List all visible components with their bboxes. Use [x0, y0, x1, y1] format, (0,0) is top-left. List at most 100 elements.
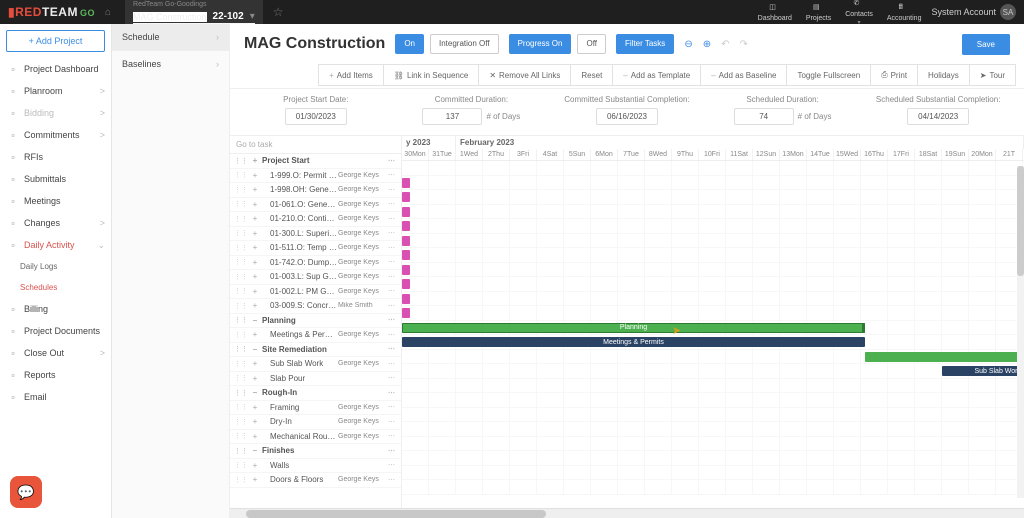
drag-handle-icon[interactable]: ⋮⋮	[234, 403, 248, 411]
gantt-row[interactable]	[402, 306, 1024, 321]
expand-toggle[interactable]: +	[251, 185, 259, 194]
gantt-bar[interactable]	[402, 207, 410, 217]
task-row[interactable]: ⋮⋮+Sub Slab WorkGeorge Keys⋯	[230, 357, 401, 372]
task-options-icon[interactable]: ⋯	[386, 258, 397, 266]
task-row[interactable]: ⋮⋮–Rough-In⋯	[230, 386, 401, 401]
toggle-on-button[interactable]: On	[395, 34, 424, 54]
drag-handle-icon[interactable]: ⋮⋮	[234, 215, 248, 223]
drag-handle-icon[interactable]: ⋮⋮	[234, 345, 248, 353]
drag-handle-icon[interactable]: ⋮⋮	[234, 360, 248, 368]
gantt-timeline[interactable]: y 2023 February 2023 30Mon31Tue1Wed2Thu3…	[402, 136, 1024, 508]
task-row[interactable]: ⋮⋮+Meetings & PermitsGeorge Keys⋯	[230, 328, 401, 343]
print-button[interactable]: ⎙Print	[870, 64, 918, 86]
gantt-row[interactable]: Sub Slab Work	[402, 364, 1024, 379]
add-project-button[interactable]: + Add Project	[6, 30, 105, 52]
expand-toggle[interactable]: +	[251, 374, 259, 383]
task-row[interactable]: ⋮⋮–Planning⋯	[230, 314, 401, 329]
expand-toggle[interactable]: +	[251, 432, 259, 441]
top-nav-accounting[interactable]: 🖩Accounting	[887, 3, 922, 22]
top-nav-contacts[interactable]: ✆Contacts▾	[845, 0, 873, 26]
task-options-icon[interactable]: ⋯	[386, 447, 397, 455]
expand-toggle[interactable]: +	[251, 156, 259, 165]
task-options-icon[interactable]: ⋯	[386, 476, 397, 484]
drag-handle-icon[interactable]: ⋮⋮	[234, 331, 248, 339]
task-options-icon[interactable]: ⋯	[386, 287, 397, 295]
task-options-icon[interactable]: ⋯	[386, 389, 397, 397]
gantt-bar-planning[interactable]: Planning	[402, 323, 865, 333]
resize-handle[interactable]	[862, 323, 865, 333]
task-row[interactable]: ⋮⋮+Dry-InGeorge Keys⋯	[230, 415, 401, 430]
gantt-row[interactable]: Planning	[402, 321, 1024, 336]
gantt-bar[interactable]	[402, 192, 410, 202]
expand-toggle[interactable]: –	[251, 316, 259, 325]
nav-item-close-out[interactable]: ▫Close Out>	[0, 342, 111, 364]
drag-handle-icon[interactable]: ⋮⋮	[234, 447, 248, 455]
drag-handle-icon[interactable]: ⋮⋮	[234, 244, 248, 252]
goto-task-input[interactable]: Go to task	[230, 136, 401, 154]
drag-handle-icon[interactable]: ⋮⋮	[234, 476, 248, 484]
scrollbar-thumb[interactable]	[1017, 166, 1024, 276]
nav-item-meetings[interactable]: ▫Meetings	[0, 190, 111, 212]
task-options-icon[interactable]: ⋯	[386, 186, 397, 194]
gantt-row[interactable]	[402, 379, 1024, 394]
expand-toggle[interactable]: +	[251, 461, 259, 470]
task-row[interactable]: ⋮⋮+Mechanical Rough-InGeorge Keys⋯	[230, 430, 401, 445]
drag-handle-icon[interactable]: ⋮⋮	[234, 273, 248, 281]
task-options-icon[interactable]: ⋯	[386, 273, 397, 281]
nav-item-planroom[interactable]: ▫Planroom>	[0, 80, 111, 102]
task-row[interactable]: ⋮⋮+01-002.L: PM General CostGeorge Keys⋯	[230, 285, 401, 300]
gantt-row[interactable]: Meetings & Permits	[402, 335, 1024, 350]
zoom-in-icon[interactable]: ⊕	[703, 39, 711, 50]
task-options-icon[interactable]: ⋯	[386, 345, 397, 353]
expand-toggle[interactable]: +	[251, 200, 259, 209]
progress-off-button[interactable]: Off	[577, 34, 606, 54]
task-options-icon[interactable]: ⋯	[386, 171, 397, 179]
nav-item-email[interactable]: ▫Email	[0, 386, 111, 408]
nav-item-billing[interactable]: ▫Billing	[0, 298, 111, 320]
link-sequence-button[interactable]: ⛓Link in Sequence	[383, 64, 480, 86]
scrollbar-thumb[interactable]	[246, 510, 546, 518]
expand-toggle[interactable]: +	[251, 229, 259, 238]
task-options-icon[interactable]: ⋯	[386, 244, 397, 252]
gantt-row[interactable]	[402, 437, 1024, 452]
gantt-bar[interactable]	[402, 308, 410, 318]
expand-toggle[interactable]: +	[251, 475, 259, 484]
subpanel-baselines[interactable]: Baselines›	[112, 50, 229, 77]
integration-off-button[interactable]: Integration Off	[430, 34, 499, 54]
gantt-row[interactable]	[402, 408, 1024, 423]
nav-item-daily-activity[interactable]: ▫Daily Activity⌄	[0, 234, 111, 256]
task-options-icon[interactable]: ⋯	[386, 200, 397, 208]
gantt-row[interactable]	[402, 234, 1024, 249]
expand-toggle[interactable]: +	[251, 243, 259, 252]
task-options-icon[interactable]: ⋯	[386, 302, 397, 310]
tour-button[interactable]: ➤Tour	[969, 64, 1016, 86]
drag-handle-icon[interactable]: ⋮⋮	[234, 171, 248, 179]
horizontal-scrollbar[interactable]	[230, 508, 1024, 518]
task-row[interactable]: ⋮⋮+01-742.O: Dumpster RentalGeorge Keys⋯	[230, 256, 401, 271]
reset-button[interactable]: Reset	[570, 64, 613, 86]
task-row[interactable]: ⋮⋮+01-300.L: SuperintendentGeorge Keys⋯	[230, 227, 401, 242]
toggle-fullscreen-button[interactable]: Toggle Fullscreen	[786, 64, 871, 86]
task-options-icon[interactable]: ⋯	[386, 461, 397, 469]
task-row[interactable]: ⋮⋮+Doors & FloorsGeorge Keys⋯	[230, 473, 401, 488]
home-icon[interactable]: ⌂	[105, 7, 111, 18]
gantt-bar[interactable]	[402, 265, 410, 275]
expand-toggle[interactable]: +	[251, 330, 259, 339]
expand-toggle[interactable]: +	[251, 171, 259, 180]
gantt-bar-site-remediation[interactable]	[865, 352, 1024, 362]
zoom-out-icon[interactable]: ⊖	[684, 39, 692, 50]
task-options-icon[interactable]: ⋯	[386, 215, 397, 223]
drag-handle-icon[interactable]: ⋮⋮	[234, 316, 248, 324]
task-row[interactable]: ⋮⋮+01-003.L: Sup General CostGeorge Keys…	[230, 270, 401, 285]
remove-links-button[interactable]: ✕Remove All Links	[478, 64, 571, 86]
nav-item-changes[interactable]: ▫Changes>	[0, 212, 111, 234]
gantt-bar[interactable]	[402, 294, 410, 304]
drag-handle-icon[interactable]: ⋮⋮	[234, 157, 248, 165]
task-options-icon[interactable]: ⋯	[386, 331, 397, 339]
system-account-menu[interactable]: System Account SA	[931, 4, 1016, 20]
gantt-row[interactable]	[402, 161, 1024, 176]
gantt-bar-subslab[interactable]: Sub Slab Work	[942, 366, 1024, 376]
expand-toggle[interactable]: +	[251, 359, 259, 368]
holidays-button[interactable]: Holidays	[917, 64, 970, 86]
expand-toggle[interactable]: +	[251, 272, 259, 281]
